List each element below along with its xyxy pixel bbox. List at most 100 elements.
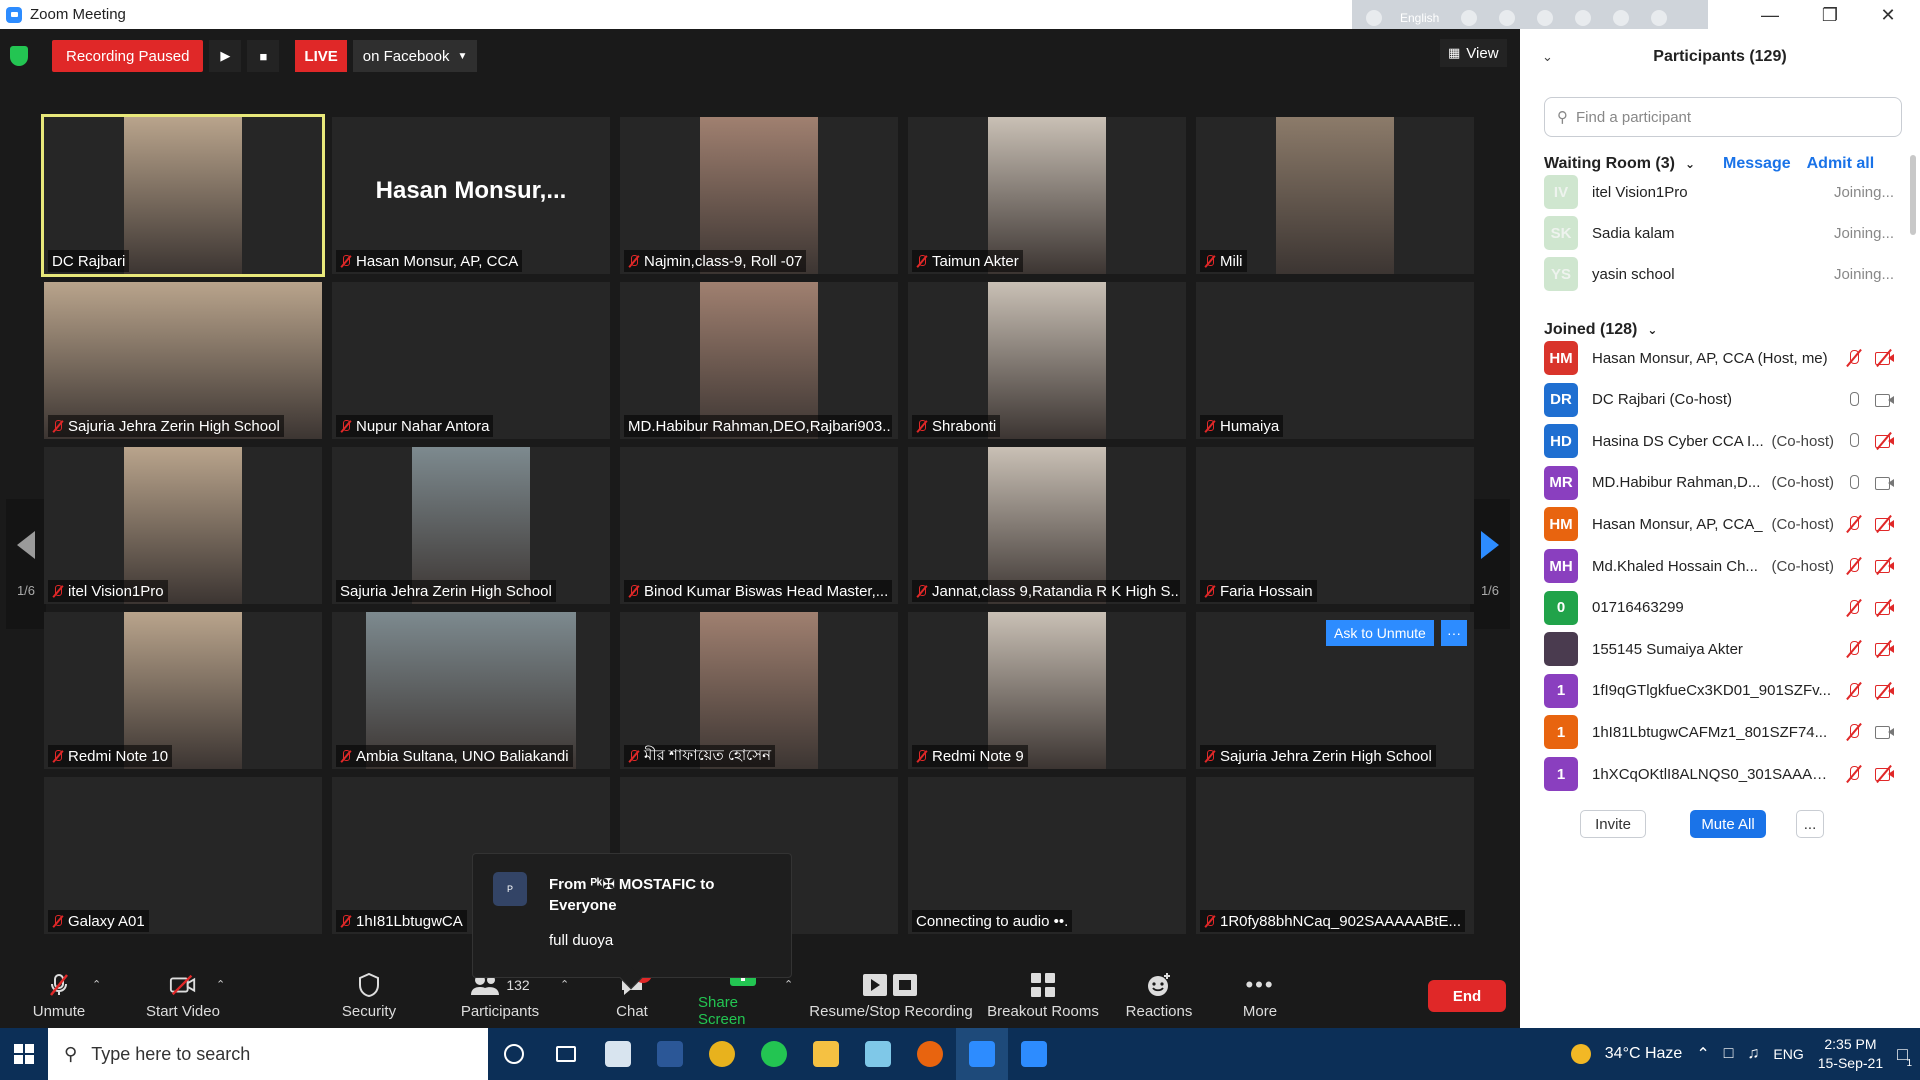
video-off-icon[interactable] [1874,681,1894,700]
participants-options-caret[interactable]: ⌃ [560,978,569,991]
video-off-icon[interactable] [1874,432,1894,451]
video-tile[interactable]: Connecting to audio ••. [908,777,1186,934]
firefox-app-icon[interactable] [904,1028,956,1080]
mic-muted-icon[interactable] [1844,556,1864,576]
video-off-icon[interactable] [1874,515,1894,534]
joined-header[interactable]: Joined (128) ⌄ [1544,321,1657,339]
video-tile[interactable]: Sajuria Jehra Zerin High School [332,447,610,604]
video-tile[interactable]: Redmi Note 10 [44,612,322,769]
weather-text[interactable]: 34°C Haze [1605,1045,1683,1063]
video-tile[interactable]: Sajuria Jehra Zerin High School Ask to Un… [1196,612,1474,769]
ask-to-unmute-button[interactable]: Ask to Unmute [1326,620,1434,646]
waiting-participant-row[interactable]: IV itel Vision1Pro Joining... [1544,175,1894,209]
video-off-icon[interactable] [1874,598,1894,617]
microphone-icon[interactable] [1844,391,1864,409]
live-destination-dropdown[interactable]: on Facebook ▼ [352,40,478,72]
more-options-button[interactable]: ... [1796,810,1824,838]
video-tile[interactable]: Shrabonti [908,282,1186,439]
notepad-app-icon[interactable] [852,1028,904,1080]
mic-muted-icon[interactable] [1844,723,1864,742]
resume-stop-recording-button[interactable]: Resume/Stop Recording [808,964,974,1028]
mic-muted-icon[interactable] [1844,598,1864,617]
mic-muted-icon[interactable] [1844,640,1864,659]
settings-icon[interactable] [1537,10,1554,26]
waiting-participant-row[interactable]: SK Sadia kalam Joining... [1544,216,1894,250]
video-tile[interactable]: Hasan Monsur,... Hasan Monsur, AP, CCA [332,117,610,274]
mic-muted-icon[interactable] [1844,681,1864,700]
resume-recording-button[interactable]: ▶ [209,40,242,72]
start-video-button[interactable]: Start Video [136,964,230,1028]
video-tile[interactable]: Faria Hossain [1196,447,1474,604]
waiting-room-header[interactable]: Waiting Room (3) ⌄ Message Admit all [1544,155,1874,173]
mic-muted-icon[interactable] [1844,764,1864,784]
video-tile[interactable]: Najmin,class-9, Roll -07 [620,117,898,274]
mic-muted-icon[interactable] [1844,348,1864,368]
reactions-button[interactable]: Reactions [1126,964,1192,1028]
share-options-caret[interactable]: ⌃ [784,978,793,991]
joined-participant-row[interactable]: 1 1fI9qGTlgkfueCx3KD01_901SZFv... [1544,673,1894,708]
encryption-shield-icon[interactable] [10,46,28,66]
joined-participant-row[interactable]: MR MD.Habibur Rahman,D... (Co-host) [1544,465,1894,500]
restore-button[interactable]: ❐ [1810,2,1850,28]
video-tile[interactable]: Jannat,class 9,Ratandia R K High S... [908,447,1186,604]
unmute-button[interactable]: Unmute [30,964,88,1028]
cortana-icon[interactable] [488,1028,540,1080]
joined-participant-row[interactable]: MH Md.Khaled Hossain Ch... (Co-host) [1544,549,1894,583]
task-view-icon[interactable] [540,1028,592,1080]
microphone-icon[interactable] [1844,474,1864,492]
video-off-icon[interactable] [1874,640,1894,659]
notification-icon[interactable]: □ 1 [1897,1044,1912,1069]
joined-participant-row[interactable]: DR DC Rajbari (Co-host) [1544,382,1894,417]
chevron-up-icon[interactable]: ⌃ [1696,1044,1709,1064]
video-camera-icon[interactable] [1874,723,1894,741]
video-off-icon[interactable] [1874,556,1894,576]
tile-more-button[interactable]: ··· [1441,620,1467,646]
breakout-rooms-button[interactable]: Breakout Rooms [986,964,1100,1028]
find-participant-input[interactable]: ⚲ Find a participant [1544,97,1902,137]
start-button[interactable] [0,1028,48,1080]
input-language[interactable]: ENG [1773,1046,1803,1062]
video-tile[interactable]: Ambia Sultana, UNO Baliakandi [332,612,610,769]
whatsapp-app-icon[interactable] [748,1028,800,1080]
volume-icon[interactable]: ♫ [1747,1045,1759,1063]
taskbar-search-input[interactable]: ⚲ Type here to search [48,1028,488,1080]
joined-participant-row[interactable]: 155145 Sumaiya Akter [1544,632,1894,667]
video-tile[interactable]: Humaiya [1196,282,1474,439]
invite-button[interactable]: Invite [1580,810,1646,838]
joined-participant-row[interactable]: 0 01716463299 [1544,590,1894,625]
audio-options-caret[interactable]: ⌃ [92,978,101,991]
chevron-down-icon[interactable]: ⌄ [1542,49,1553,65]
video-tile[interactable]: itel Vision1Pro [44,447,322,604]
view-button[interactable]: ▦ View [1440,39,1507,67]
chrome-app-icon[interactable] [696,1028,748,1080]
mute-all-button[interactable]: Mute All [1690,810,1766,838]
word-app-icon[interactable] [644,1028,696,1080]
chat-notification[interactable]: P From ᴾᵏ✠ MOSTAFIC to Everyone full duo… [472,853,792,990]
zoom-app-icon[interactable] [956,1028,1008,1080]
paint-app-icon[interactable] [592,1028,644,1080]
bangla-keyboard-icon[interactable] [1366,10,1382,26]
admit-all-link[interactable]: Admit all [1807,155,1875,173]
video-tile[interactable]: Mili [1196,117,1474,274]
file-explorer-icon[interactable] [800,1028,852,1080]
video-tile[interactable]: Nupur Nahar Antora [332,282,610,439]
zoom-meeting-app-icon[interactable] [1008,1028,1060,1080]
video-tile[interactable]: Redmi Note 9 [908,612,1186,769]
joined-participant-row[interactable]: HM Hasan Monsur, AP, CCA (Host, me) [1544,341,1894,375]
language-label[interactable]: English [1400,11,1439,25]
panel-scrollbar[interactable] [1910,155,1916,235]
video-camera-icon[interactable] [1874,474,1894,492]
pen-icon[interactable] [1575,10,1592,26]
end-meeting-button[interactable]: End [1428,980,1506,1012]
video-tile[interactable]: Sajuria Jehra Zerin High School [44,282,322,439]
previous-page-button[interactable]: 1/6 [6,499,46,629]
video-tile[interactable]: MD.Habibur Rahman,DEO,Rajbari903... [620,282,898,439]
network-icon[interactable]: □ [1724,1045,1734,1063]
mic-muted-icon[interactable] [1844,515,1864,534]
more-button[interactable]: ••• More [1238,964,1282,1028]
video-camera-icon[interactable] [1874,391,1894,409]
help-icon[interactable] [1613,10,1630,26]
security-button[interactable]: Security [334,964,404,1028]
video-tile[interactable]: মীর শাফায়েত হোসেন [620,612,898,769]
video-off-icon[interactable] [1874,764,1894,784]
